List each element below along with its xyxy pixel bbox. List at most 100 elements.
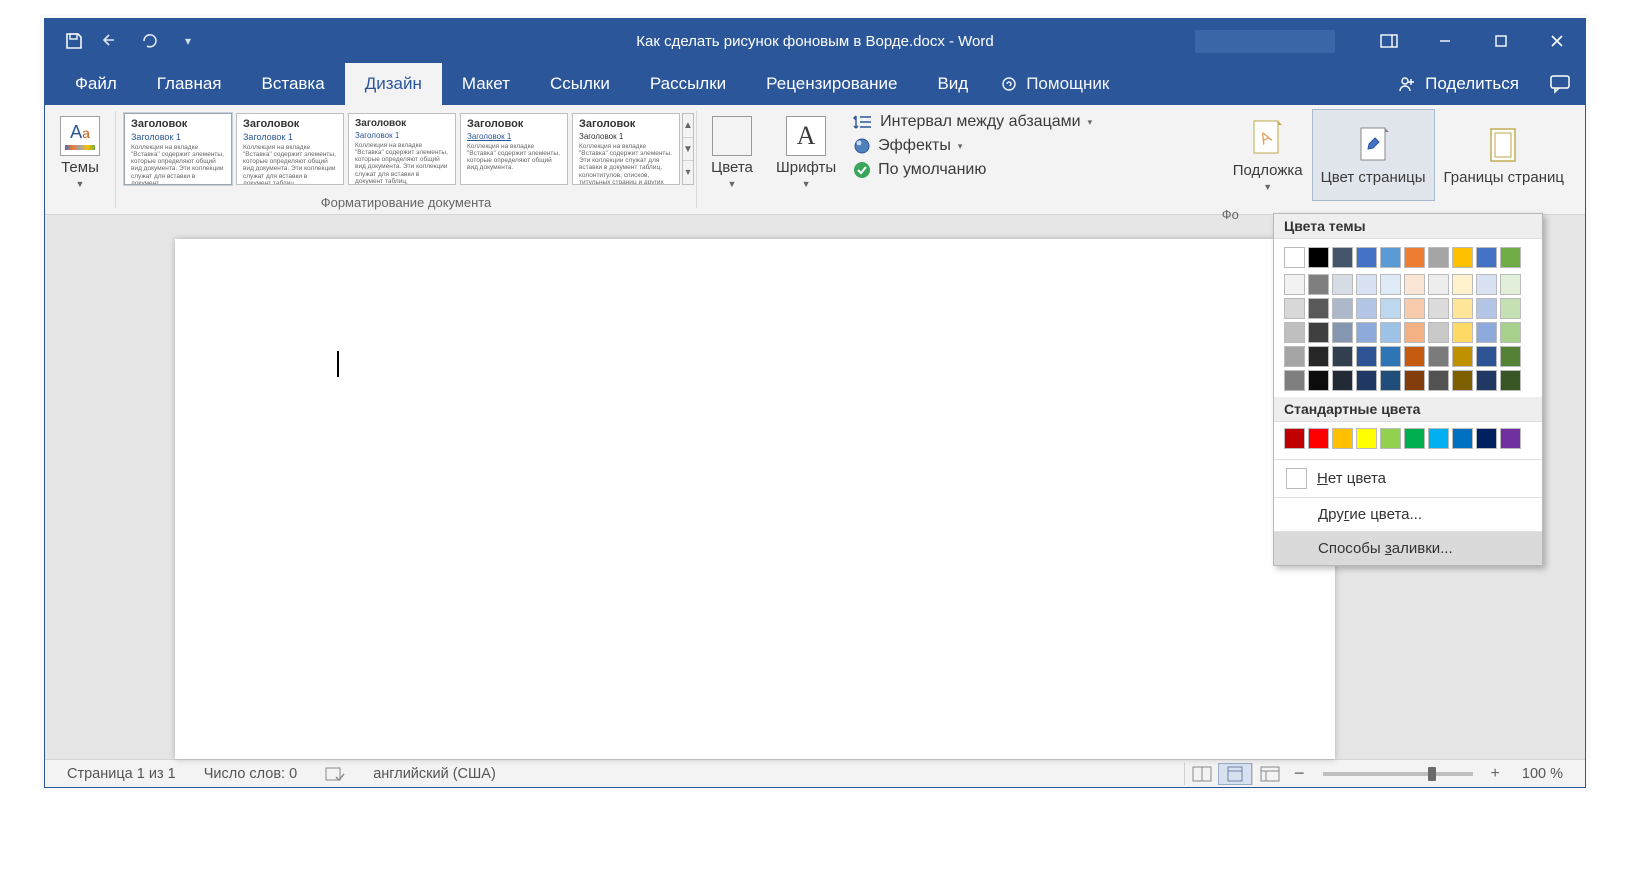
zoom-out-button[interactable]: −: [1286, 763, 1313, 784]
themes-button[interactable]: Aa Темы ▼: [45, 105, 115, 197]
account-pill[interactable]: [1195, 30, 1335, 53]
page[interactable]: [175, 239, 1335, 759]
color-swatch[interactable]: [1500, 274, 1521, 295]
web-layout-icon[interactable]: [1252, 763, 1286, 785]
page-color-button[interactable]: Цвет страницы: [1312, 109, 1435, 201]
print-layout-icon[interactable]: [1218, 763, 1252, 785]
color-swatch[interactable]: [1308, 247, 1329, 268]
color-swatch[interactable]: [1356, 346, 1377, 367]
color-swatch[interactable]: [1404, 428, 1425, 449]
color-swatch[interactable]: [1428, 298, 1449, 319]
tab-layout[interactable]: Макет: [442, 63, 530, 105]
color-swatch[interactable]: [1332, 274, 1353, 295]
color-swatch[interactable]: [1332, 428, 1353, 449]
gallery-expand-icon[interactable]: ▾: [683, 161, 693, 184]
color-swatch[interactable]: [1428, 370, 1449, 391]
color-swatch[interactable]: [1452, 370, 1473, 391]
color-swatch[interactable]: [1356, 370, 1377, 391]
set-as-default-button[interactable]: По умолчанию: [849, 159, 1105, 181]
color-swatch[interactable]: [1452, 274, 1473, 295]
color-swatch[interactable]: [1332, 322, 1353, 343]
color-swatch[interactable]: [1476, 428, 1497, 449]
color-swatch[interactable]: [1380, 247, 1401, 268]
more-colors-option[interactable]: Другие цвета...: [1274, 497, 1542, 531]
color-swatch[interactable]: [1380, 298, 1401, 319]
gallery-item[interactable]: ЗаголовокЗаголовок 1Коллекция на вкладке…: [236, 113, 344, 185]
colors-button[interactable]: Цвета▼: [697, 105, 767, 197]
word-count-status[interactable]: Число слов: 0: [190, 766, 312, 782]
color-swatch[interactable]: [1452, 298, 1473, 319]
color-swatch[interactable]: [1428, 346, 1449, 367]
maximize-button[interactable]: [1473, 19, 1529, 63]
color-swatch[interactable]: [1476, 274, 1497, 295]
color-swatch[interactable]: [1308, 370, 1329, 391]
color-swatch[interactable]: [1356, 247, 1377, 268]
color-swatch[interactable]: [1380, 370, 1401, 391]
tell-me-search[interactable]: Помощник: [988, 63, 1121, 105]
color-swatch[interactable]: [1380, 322, 1401, 343]
tab-file[interactable]: Файл: [55, 63, 137, 105]
color-swatch[interactable]: [1500, 370, 1521, 391]
color-swatch[interactable]: [1404, 247, 1425, 268]
color-swatch[interactable]: [1380, 346, 1401, 367]
color-swatch[interactable]: [1404, 370, 1425, 391]
color-swatch[interactable]: [1428, 428, 1449, 449]
color-swatch[interactable]: [1500, 428, 1521, 449]
color-swatch[interactable]: [1308, 274, 1329, 295]
scroll-up-icon[interactable]: ▲: [683, 114, 693, 138]
color-swatch[interactable]: [1500, 322, 1521, 343]
gallery-scroller[interactable]: ▲ ▼ ▾: [682, 113, 694, 185]
zoom-percent[interactable]: 100 %: [1508, 766, 1577, 782]
tab-review[interactable]: Рецензирование: [746, 63, 917, 105]
color-swatch[interactable]: [1284, 370, 1305, 391]
color-swatch[interactable]: [1452, 322, 1473, 343]
color-swatch[interactable]: [1404, 322, 1425, 343]
page-number-status[interactable]: Страница 1 из 1: [53, 766, 190, 782]
scroll-down-icon[interactable]: ▼: [683, 138, 693, 162]
tab-mailings[interactable]: Рассылки: [630, 63, 746, 105]
color-swatch[interactable]: [1500, 298, 1521, 319]
color-swatch[interactable]: [1380, 428, 1401, 449]
read-mode-icon[interactable]: [1184, 763, 1218, 785]
color-swatch[interactable]: [1356, 274, 1377, 295]
color-swatch[interactable]: [1452, 428, 1473, 449]
color-swatch[interactable]: [1284, 298, 1305, 319]
color-swatch[interactable]: [1284, 346, 1305, 367]
style-gallery[interactable]: ЗаголовокЗаголовок 1Коллекция на вкладке…: [124, 113, 680, 185]
close-button[interactable]: [1529, 19, 1585, 63]
fill-effects-option[interactable]: Способы заливки...: [1274, 531, 1542, 565]
color-swatch[interactable]: [1428, 274, 1449, 295]
color-swatch[interactable]: [1476, 247, 1497, 268]
color-swatch[interactable]: [1332, 247, 1353, 268]
proofing-icon[interactable]: [311, 765, 359, 783]
redo-icon[interactable]: [139, 30, 161, 52]
save-icon[interactable]: [63, 30, 85, 52]
ribbon-display-options[interactable]: [1361, 19, 1417, 63]
color-swatch[interactable]: [1404, 274, 1425, 295]
undo-icon[interactable]: [101, 30, 123, 52]
color-swatch[interactable]: [1500, 247, 1521, 268]
watermark-button[interactable]: A Подложка▼: [1224, 109, 1312, 201]
tab-insert[interactable]: Вставка: [242, 63, 345, 105]
color-swatch[interactable]: [1500, 346, 1521, 367]
tab-view[interactable]: Вид: [917, 63, 988, 105]
tab-home[interactable]: Главная: [137, 63, 242, 105]
color-swatch[interactable]: [1356, 322, 1377, 343]
color-swatch[interactable]: [1284, 274, 1305, 295]
no-color-option[interactable]: Нет цвета: [1274, 459, 1542, 497]
color-swatch[interactable]: [1452, 247, 1473, 268]
qat-customize-icon[interactable]: ▾: [177, 30, 199, 52]
color-swatch[interactable]: [1284, 428, 1305, 449]
tab-design[interactable]: Дизайн: [345, 63, 442, 105]
fonts-button[interactable]: A Шрифты▼: [767, 105, 845, 197]
color-swatch[interactable]: [1308, 346, 1329, 367]
color-swatch[interactable]: [1332, 370, 1353, 391]
color-swatch[interactable]: [1476, 298, 1497, 319]
color-swatch[interactable]: [1308, 428, 1329, 449]
color-swatch[interactable]: [1332, 346, 1353, 367]
gallery-item[interactable]: ЗаголовокЗаголовок 1Коллекция на вкладке…: [124, 113, 232, 185]
color-swatch[interactable]: [1476, 370, 1497, 391]
color-swatch[interactable]: [1284, 322, 1305, 343]
color-swatch[interactable]: [1356, 298, 1377, 319]
color-swatch[interactable]: [1380, 274, 1401, 295]
